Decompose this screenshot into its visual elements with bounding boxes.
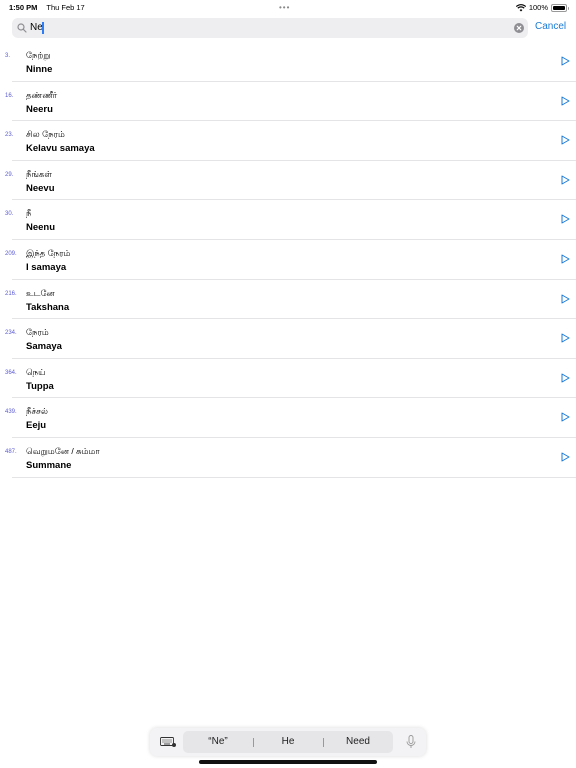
list-item[interactable]: 439. நீச்சல் Eeju xyxy=(5,398,576,438)
item-transliteration: Tuppa xyxy=(26,380,54,392)
play-icon[interactable] xyxy=(561,254,570,264)
item-number: 30. xyxy=(5,211,14,218)
status-time: 1:50 PM xyxy=(9,3,38,12)
item-transliteration: Neeru xyxy=(26,103,53,115)
item-tamil-text: நேற்று xyxy=(26,50,51,60)
predictive-suggestions: “Ne” He Need xyxy=(183,731,393,753)
item-number: 3. xyxy=(5,53,11,59)
suggestion-1[interactable]: “Ne” xyxy=(188,736,248,747)
play-icon[interactable] xyxy=(561,373,570,383)
suggestion-3[interactable]: Need xyxy=(328,736,388,747)
item-transliteration: I samaya xyxy=(26,261,67,273)
item-tamil-text: தண்ணீர் xyxy=(26,89,58,100)
search-field[interactable] xyxy=(12,18,528,38)
item-transliteration: Eeju xyxy=(26,420,47,432)
wifi-icon xyxy=(515,3,526,11)
item-number: 29. xyxy=(5,171,14,178)
play-icon[interactable] xyxy=(561,175,570,185)
play-icon[interactable] xyxy=(561,135,570,145)
item-number: 439. xyxy=(5,409,17,416)
item-transliteration: Takshana xyxy=(26,301,70,313)
list-item[interactable]: 23. சில நேரம் Kelavu samaya xyxy=(5,121,576,161)
item-tamil-text: நெய் xyxy=(26,366,46,377)
item-tamil-text: இந்த நேரம் xyxy=(26,247,71,258)
cancel-button[interactable]: Cancel xyxy=(535,21,566,32)
item-number: 16. xyxy=(5,92,14,99)
search-input[interactable] xyxy=(30,18,500,38)
suggestion-divider xyxy=(253,738,254,747)
item-transliteration: Summane xyxy=(26,459,72,471)
item-tamil-text: நேரம் xyxy=(26,327,49,338)
item-number: 487. xyxy=(5,448,17,455)
keyboard-shortcut-bar: “Ne” He Need xyxy=(150,728,426,756)
play-icon[interactable] xyxy=(561,214,570,224)
battery-level xyxy=(553,5,565,10)
clear-icon[interactable] xyxy=(514,23,524,33)
microphone-icon[interactable] xyxy=(406,735,416,749)
item-tamil-text: சில நேரம் xyxy=(26,129,65,140)
item-number: 364. xyxy=(5,369,17,376)
play-icon[interactable] xyxy=(561,96,570,106)
play-icon[interactable] xyxy=(561,412,570,422)
play-icon[interactable] xyxy=(561,56,570,66)
play-icon[interactable] xyxy=(561,452,570,462)
item-transliteration: Kelavu samaya xyxy=(26,143,95,155)
list-item[interactable]: 209. இந்த நேரம் I samaya xyxy=(5,240,576,280)
keyboard-icon[interactable] xyxy=(160,737,176,747)
list-item[interactable]: 216. உடனே Takshana xyxy=(5,280,576,320)
list-item[interactable]: 30. நீ Neenu xyxy=(5,200,576,240)
list-item[interactable]: 29. நீங்கள் Neevu xyxy=(5,161,576,201)
status-bar: 1:50 PM Thu Feb 17 ••• 100% xyxy=(0,0,576,14)
text-caret xyxy=(42,22,44,34)
item-number: 234. xyxy=(5,330,17,337)
play-icon[interactable] xyxy=(561,333,570,343)
home-indicator[interactable] xyxy=(199,760,377,764)
list-item[interactable]: 234. நேரம் Samaya xyxy=(5,319,576,359)
search-icon xyxy=(17,23,27,33)
item-number: 216. xyxy=(5,290,17,297)
list-item[interactable]: 487. வெறுமனே / சும்மா Summane xyxy=(5,438,576,478)
list-item[interactable]: 16. தண்ணீர் Neeru xyxy=(5,82,576,122)
item-transliteration: Samaya xyxy=(26,341,62,353)
item-tamil-text: வெறுமனே / சும்மா xyxy=(26,445,100,456)
battery-percent: 100% xyxy=(528,3,548,12)
item-transliteration: Ninne xyxy=(26,64,53,75)
search-row: Cancel xyxy=(12,18,572,38)
item-transliteration: Neevu xyxy=(26,182,55,194)
status-date: Thu Feb 17 xyxy=(46,3,85,12)
suggestion-divider xyxy=(323,738,324,747)
play-icon[interactable] xyxy=(561,294,570,304)
list-item[interactable]: 364. நெய் Tuppa xyxy=(5,359,576,399)
suggestion-2[interactable]: He xyxy=(258,736,318,747)
item-tamil-text: நீ xyxy=(26,208,32,219)
item-transliteration: Neenu xyxy=(26,222,56,234)
item-tamil-text: நீச்சல் xyxy=(26,406,48,417)
battery-icon xyxy=(551,3,569,12)
list-item[interactable]: 3. நேற்று Ninne xyxy=(5,42,576,82)
results-list: 3. நேற்று Ninne 16. தண்ணீர் Neeru 23. சில நேரம்… xyxy=(0,42,576,478)
item-number: 209. xyxy=(5,250,17,257)
item-tamil-text: நீங்கள் xyxy=(26,168,52,179)
item-tamil-text: உடனே xyxy=(26,287,55,298)
item-number: 23. xyxy=(5,132,14,139)
multitasking-dots[interactable]: ••• xyxy=(279,3,290,12)
